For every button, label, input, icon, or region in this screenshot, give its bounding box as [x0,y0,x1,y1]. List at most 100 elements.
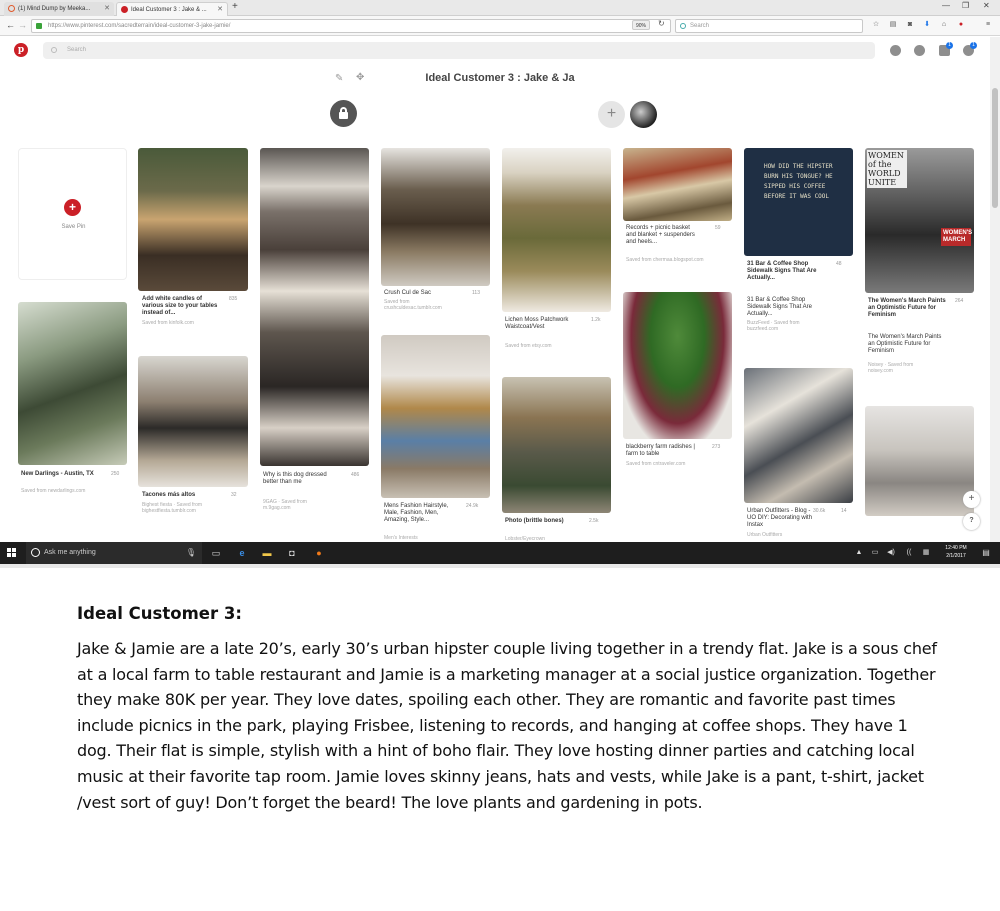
close-tab-icon[interactable]: ✕ [217,3,223,16]
home-icon[interactable]: ⌂ [940,21,948,29]
pin-title[interactable]: Add white candles of various size to you… [142,296,222,317]
pinterest-search-input[interactable]: Search [43,42,875,59]
edge-browser-icon[interactable]: e [236,547,248,559]
pin-image-kitchen[interactable] [138,356,248,487]
keyboard-icon[interactable]: ▦ [920,547,932,559]
pin-save-count: 486 [351,472,360,478]
system-clock[interactable]: 12:40 PM 2/1/2017 [936,544,976,560]
network-icon[interactable]: ▭ [869,547,881,559]
pin-title[interactable]: Urban Outfitters - Blog - UO DIY: Decora… [747,508,813,529]
address-bar[interactable]: https://www.pinterest.com/sacredterrain/… [31,19,671,33]
add-collaborator-button[interactable]: + [598,101,625,128]
volume-icon[interactable]: ◀) [885,547,897,559]
browser-search-box[interactable]: Search [675,19,863,33]
reload-icon[interactable]: ↻ [658,19,665,28]
pin-title[interactable]: Mens Fashion Hairstyle, Male, Fashion, M… [384,503,454,524]
pin-source: Saved from kinfolk.com [142,320,194,326]
url-text: https://www.pinterest.com/sacredterrain/… [48,23,231,29]
pin-title[interactable]: Tacones más altos [142,492,222,499]
search-icon [51,47,57,53]
pin-image-instax-photos[interactable] [744,368,853,503]
clock-time: 12:40 PM [945,545,967,551]
firefox-icon[interactable]: ● [313,547,325,559]
pin-source: Saved from crushculdesac.tumblr.com [384,299,442,311]
new-tab-icon[interactable]: + [232,1,238,12]
secret-board-lock-icon[interactable] [330,100,357,127]
browser-tab-bar: (1) Mind Dump by Meeka... ✕ Ideal Custom… [0,0,1000,16]
pin-image-womens-march[interactable]: WOMEN of the WORLD UNITE WOMEN'S MARCH [865,148,974,293]
secure-lock-icon [36,23,42,29]
forward-icon[interactable]: → [18,20,27,30]
pocket-icon[interactable]: ◙ [906,21,914,29]
minimize-icon[interactable]: — [942,1,950,10]
pin-title[interactable]: The Women's March Paints an Optimistic F… [868,298,948,319]
download-icon[interactable]: ⬇ [923,21,931,29]
tab-ideal-customer[interactable]: Ideal Customer 3 : Jake & ... ✕ [116,2,228,16]
pin-title[interactable]: Why is this dog dressed better than me [263,472,333,486]
window-close-icon[interactable]: ✕ [983,1,990,10]
wifi-icon[interactable]: (( [903,547,915,559]
pin-description: The Women's March Paints an Optimistic F… [868,334,942,354]
back-icon[interactable]: ← [6,20,15,30]
clock-date: 2/1/2017 [946,553,966,559]
pin-image-dog-in-hat[interactable] [260,148,369,466]
pin-image-chalkboard-sign[interactable]: HOW DID THE HIPSTER BURN HIS TONGUE? HE … [744,148,853,256]
pin-title[interactable]: 31 Bar & Coffee Shop Sidewalk Signs That… [747,261,817,282]
pin-title[interactable]: New Darlings - Austin, TX [21,471,101,478]
windows-start-icon[interactable] [7,548,17,558]
task-view-icon[interactable]: ▭ [210,547,222,559]
pin-image-man-jeans[interactable] [381,335,490,498]
pin-title[interactable]: blackberry farm radishes | farm to table [626,444,701,458]
browser-toolbar: ← → https://www.pinterest.com/sacredterr… [0,16,1000,36]
pin-image-waistcoat-man[interactable] [381,148,490,286]
pin-image-candle-dinner[interactable] [138,148,248,291]
pin-image-alley[interactable] [502,377,611,513]
pin-source: Men's Interests [384,535,418,541]
file-explorer-icon[interactable]: ▬ [261,547,273,559]
tab-title: (1) Mind Dump by Meeka... [18,6,91,12]
reading-list-icon[interactable]: ▤ [889,21,897,29]
pinterest-button-icon[interactable]: ● [957,21,965,29]
menu-icon[interactable]: ≡ [984,21,992,29]
persona-document: Ideal Customer 3: Jake & Jamie are a lat… [77,604,937,815]
zoom-level[interactable]: 90% [632,20,651,30]
pin-title[interactable]: Records + picnic basket and blanket + su… [626,225,696,246]
maximize-icon[interactable]: ❐ [962,1,969,10]
pin-source: Saved from etsy.com [505,343,552,349]
pin-image-radishes[interactable] [623,292,732,439]
collaborator-avatar[interactable] [630,101,657,128]
march-sign-text: WOMEN'S MARCH [941,228,972,246]
store-icon[interactable]: ◘ [286,547,298,559]
pin-title[interactable]: Crush Cul de Sac [384,290,464,297]
bookmark-star-icon[interactable]: ☆ [872,21,880,29]
profile-icon[interactable] [914,45,925,56]
close-tab-icon[interactable]: ✕ [104,2,110,16]
pin-save-count: 59 [715,225,721,231]
pin-image-bedroom[interactable] [865,406,974,516]
screenshot-border [0,564,1000,568]
tab-title: Ideal Customer 3 : Jake & ... [131,7,207,13]
pinterest-logo-icon[interactable]: p [14,43,28,57]
pin-image-greenhouse-couple[interactable] [18,302,127,465]
edit-pencil-icon[interactable]: ✎ [335,73,343,84]
help-button[interactable]: ? [963,513,980,530]
explore-compass-icon[interactable] [890,45,901,56]
chalkboard-text: HOW DID THE HIPSTER BURN HIS TONGUE? HE … [764,163,833,200]
add-button[interactable]: + [963,491,980,508]
tab-mind-dump[interactable]: (1) Mind Dump by Meeka... ✕ [4,2,114,16]
save-pin-label: Save Pin [61,224,86,230]
add-pin-icon[interactable]: + [64,199,81,216]
save-pin-card[interactable]: + Save Pin [18,148,127,280]
scrollbar-thumb[interactable] [992,88,998,208]
move-arrows-icon[interactable]: ✥ [356,72,364,83]
pin-title[interactable]: Photo (brittle bones) [505,518,565,525]
search-engine-icon [680,23,686,29]
pin-source: Saved from cntraveler.com [626,461,686,467]
pin-title[interactable]: Lichen Moss Patchwork Waistcoat/Vest [505,317,575,331]
tray-chevron-icon[interactable]: ▲ [853,547,865,559]
action-center-icon[interactable]: ▤ [980,547,992,559]
pin-image-moss-vest[interactable] [502,148,611,312]
cortana-search-box[interactable]: Ask me anything 🎙 [26,542,202,564]
pin-image-record-picnic[interactable] [623,148,732,221]
microphone-icon[interactable]: 🎙 [186,542,196,564]
